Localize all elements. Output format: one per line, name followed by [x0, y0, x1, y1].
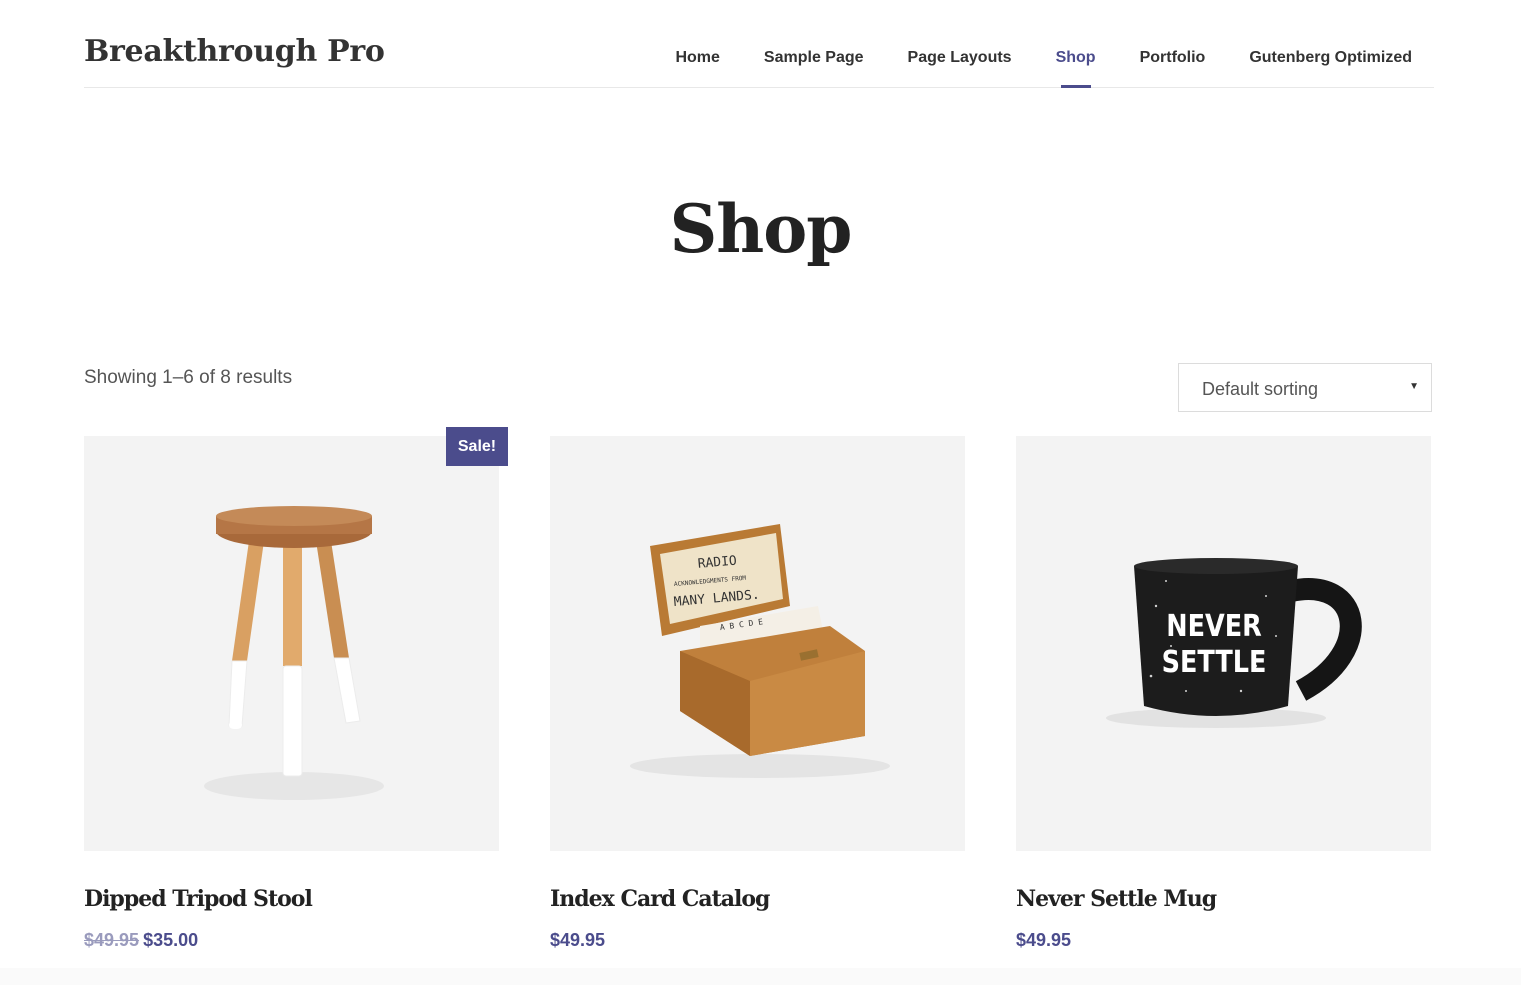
mug-text-line2: SETTLE [1162, 644, 1267, 680]
stool-image [204, 506, 384, 800]
product-card: Dipped Tripod Stool $49.95 $35.00 [84, 436, 499, 950]
nav-item-gutenberg-optimized[interactable]: Gutenberg Optimized [1227, 0, 1434, 87]
product-image[interactable]: RADIO ACKNOWLEDGMENTS FROM MANY LANDS. A… [550, 436, 965, 851]
product-card: RADIO ACKNOWLEDGMENTS FROM MANY LANDS. A… [550, 436, 965, 950]
page-title: Shop [669, 190, 853, 268]
product-image[interactable]: NEVER SETTLE [1016, 436, 1431, 851]
product-name[interactable]: Never Settle Mug [1016, 886, 1217, 912]
product-card: NEVER SETTLE Never Settle Mug $49.95 [1016, 436, 1431, 950]
site-title[interactable]: Breakthrough Pro [84, 34, 385, 69]
mug-text-line1: NEVER [1166, 608, 1262, 644]
product-name[interactable]: Dipped Tripod Stool [84, 886, 313, 912]
nav-item-shop[interactable]: Shop [1034, 0, 1118, 88]
result-count: Showing 1–6 of 8 results [84, 367, 293, 388]
product-price: $49.95 [550, 930, 606, 950]
product-name[interactable]: Index Card Catalog [550, 886, 770, 912]
product-price: $49.95 [1016, 930, 1072, 950]
main-nav: Home Sample Page Page Layouts Shop Portf… [653, 0, 1434, 88]
nav-item-page-layouts[interactable]: Page Layouts [886, 0, 1034, 87]
sort-select-value: Default sorting [1202, 379, 1319, 399]
caret-down-icon: ▼ [1409, 381, 1419, 392]
card-catalog-image: RADIO ACKNOWLEDGMENTS FROM MANY LANDS. A… [630, 524, 890, 778]
nav-item-portfolio[interactable]: Portfolio [1118, 0, 1228, 87]
nav-item-sample-page[interactable]: Sample Page [742, 0, 886, 87]
page-bottom-edge [0, 968, 1521, 985]
sale-badge: Sale! [446, 427, 508, 466]
product-image[interactable] [84, 436, 499, 851]
sort-select[interactable]: Default sorting ▼ [1178, 363, 1432, 412]
site-header: Breakthrough Pro Home Sample Page Page L… [84, 0, 1434, 88]
product-price: $49.95 $35.00 [84, 930, 198, 951]
product-sale-price: $35.00 [143, 930, 199, 950]
product-old-price: $49.95 [84, 930, 140, 950]
nav-item-home[interactable]: Home [653, 0, 741, 87]
mug-image: NEVER SETTLE [1106, 558, 1362, 728]
